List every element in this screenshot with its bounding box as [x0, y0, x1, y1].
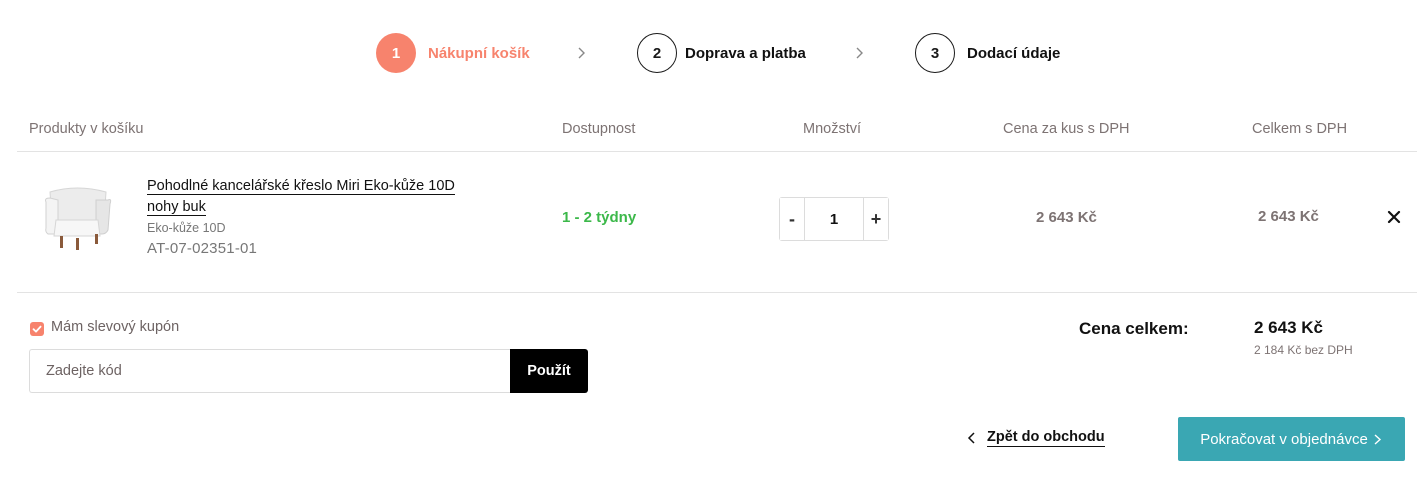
- line-total-price: 2 643 Kč: [1258, 208, 1319, 225]
- apply-coupon-button[interactable]: Použít: [510, 349, 588, 393]
- quantity-input[interactable]: [805, 198, 863, 240]
- step-label: Dodací údaje: [967, 44, 1061, 62]
- quantity-stepper: - +: [779, 197, 889, 241]
- header-unit-price: Cena za kus s DPH: [1003, 121, 1130, 137]
- chevron-right-icon: [1374, 433, 1381, 445]
- coupon-checkbox[interactable]: [30, 322, 44, 336]
- step-cart[interactable]: 1 Nákupní košík: [376, 33, 530, 73]
- quantity-increase-button[interactable]: +: [863, 198, 888, 240]
- header-products: Produkty v košíku: [29, 121, 144, 137]
- checkout-stepper: 1 Nákupní košík 2 Doprava a platba 3 Dod…: [0, 33, 1424, 73]
- remove-item-icon[interactable]: [1386, 209, 1402, 225]
- product-name[interactable]: Pohodlné kancelářské křeslo Miri Eko-kůž…: [147, 176, 477, 218]
- step-label: Doprava a platba: [685, 44, 806, 62]
- back-to-shop-link[interactable]: Zpět do obchodu: [966, 428, 1105, 447]
- step-shipping-payment[interactable]: 2 Doprava a platba: [637, 33, 806, 73]
- chevron-right-icon: [851, 45, 867, 61]
- product-image[interactable]: [40, 184, 114, 254]
- availability-status: 1 - 2 týdny: [562, 209, 637, 226]
- chevron-left-icon: [967, 431, 975, 444]
- step-number: 3: [915, 33, 955, 73]
- header-availability: Dostupnost: [562, 121, 636, 137]
- product-variant: Eko-kůže 10D: [147, 221, 226, 235]
- divider: [17, 151, 1417, 152]
- total-label: Cena celkem:: [1079, 319, 1189, 338]
- step-delivery-details[interactable]: 3 Dodací údaje: [915, 33, 1060, 73]
- divider: [17, 292, 1417, 293]
- product-link[interactable]: Pohodlné kancelářské křeslo Miri Eko-kůž…: [147, 178, 455, 216]
- unit-price: 2 643 Kč: [1036, 209, 1097, 226]
- header-total: Celkem s DPH: [1252, 121, 1348, 137]
- continue-label: Pokračovat v objednávce: [1200, 430, 1368, 448]
- chevron-right-icon: [573, 45, 589, 61]
- step-number: 1: [376, 33, 416, 73]
- cart-table-header: Produkty v košíku Dostupnost Množství Ce…: [0, 121, 1424, 143]
- total-price: 2 643 Kč: [1254, 318, 1323, 337]
- step-label: Nákupní košík: [428, 44, 530, 62]
- continue-order-button[interactable]: Pokračovat v objednávce: [1178, 417, 1405, 461]
- back-to-shop-label: Zpět do obchodu: [987, 429, 1105, 447]
- coupon-checkbox-label[interactable]: Mám slevový kupón: [51, 319, 179, 335]
- header-quantity: Množství: [803, 121, 862, 137]
- step-number: 2: [637, 33, 677, 73]
- coupon-code-input[interactable]: [29, 349, 511, 393]
- total-without-vat: 2 184 Kč bez DPH: [1254, 343, 1353, 357]
- checkmark-icon: [32, 325, 42, 333]
- quantity-decrease-button[interactable]: -: [780, 198, 805, 240]
- product-code: AT-07-02351-01: [147, 240, 258, 257]
